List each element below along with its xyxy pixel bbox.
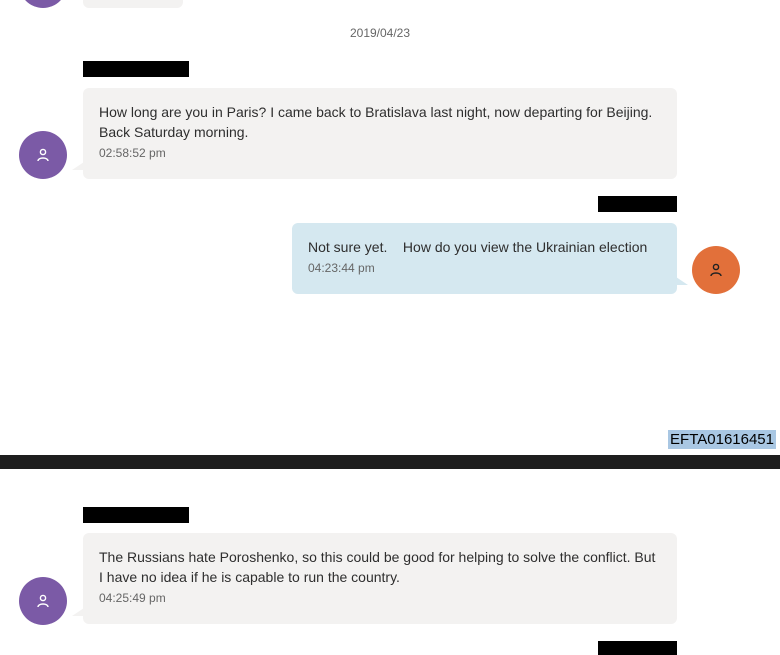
redacted-sender-name — [598, 196, 677, 212]
person-icon — [710, 263, 722, 277]
avatar — [19, 577, 67, 625]
page-break — [0, 455, 780, 469]
redacted-sender-name — [598, 641, 677, 655]
redacted-sender-name — [83, 61, 189, 77]
person-icon — [37, 148, 49, 162]
date-separator: 2019/04/23 — [349, 26, 411, 40]
message-time: 02:58:52 pm — [99, 146, 166, 160]
avatar — [19, 0, 67, 8]
message-time: 04:23:44 pm — [308, 261, 375, 275]
bubble-tail — [676, 277, 688, 285]
message-bubble-partial — [83, 0, 183, 8]
person-icon — [37, 594, 49, 608]
message-bubble: How long are you in Paris? I came back t… — [83, 88, 677, 179]
avatar — [692, 246, 740, 294]
message-text: How long are you in Paris? I came back t… — [99, 104, 653, 140]
message-text: The Russians hate Poroshenko, so this co… — [99, 549, 656, 585]
document-id: EFTA01616451 — [668, 430, 776, 449]
message-time: 04:25:49 pm — [99, 591, 166, 605]
message-bubble: The Russians hate Poroshenko, so this co… — [83, 533, 677, 624]
redacted-sender-name — [83, 507, 189, 523]
avatar — [19, 131, 67, 179]
message-bubble: Not sure yet. How do you view the Ukrain… — [292, 223, 677, 294]
message-text: Not sure yet. How do you view the Ukrain… — [308, 239, 648, 255]
